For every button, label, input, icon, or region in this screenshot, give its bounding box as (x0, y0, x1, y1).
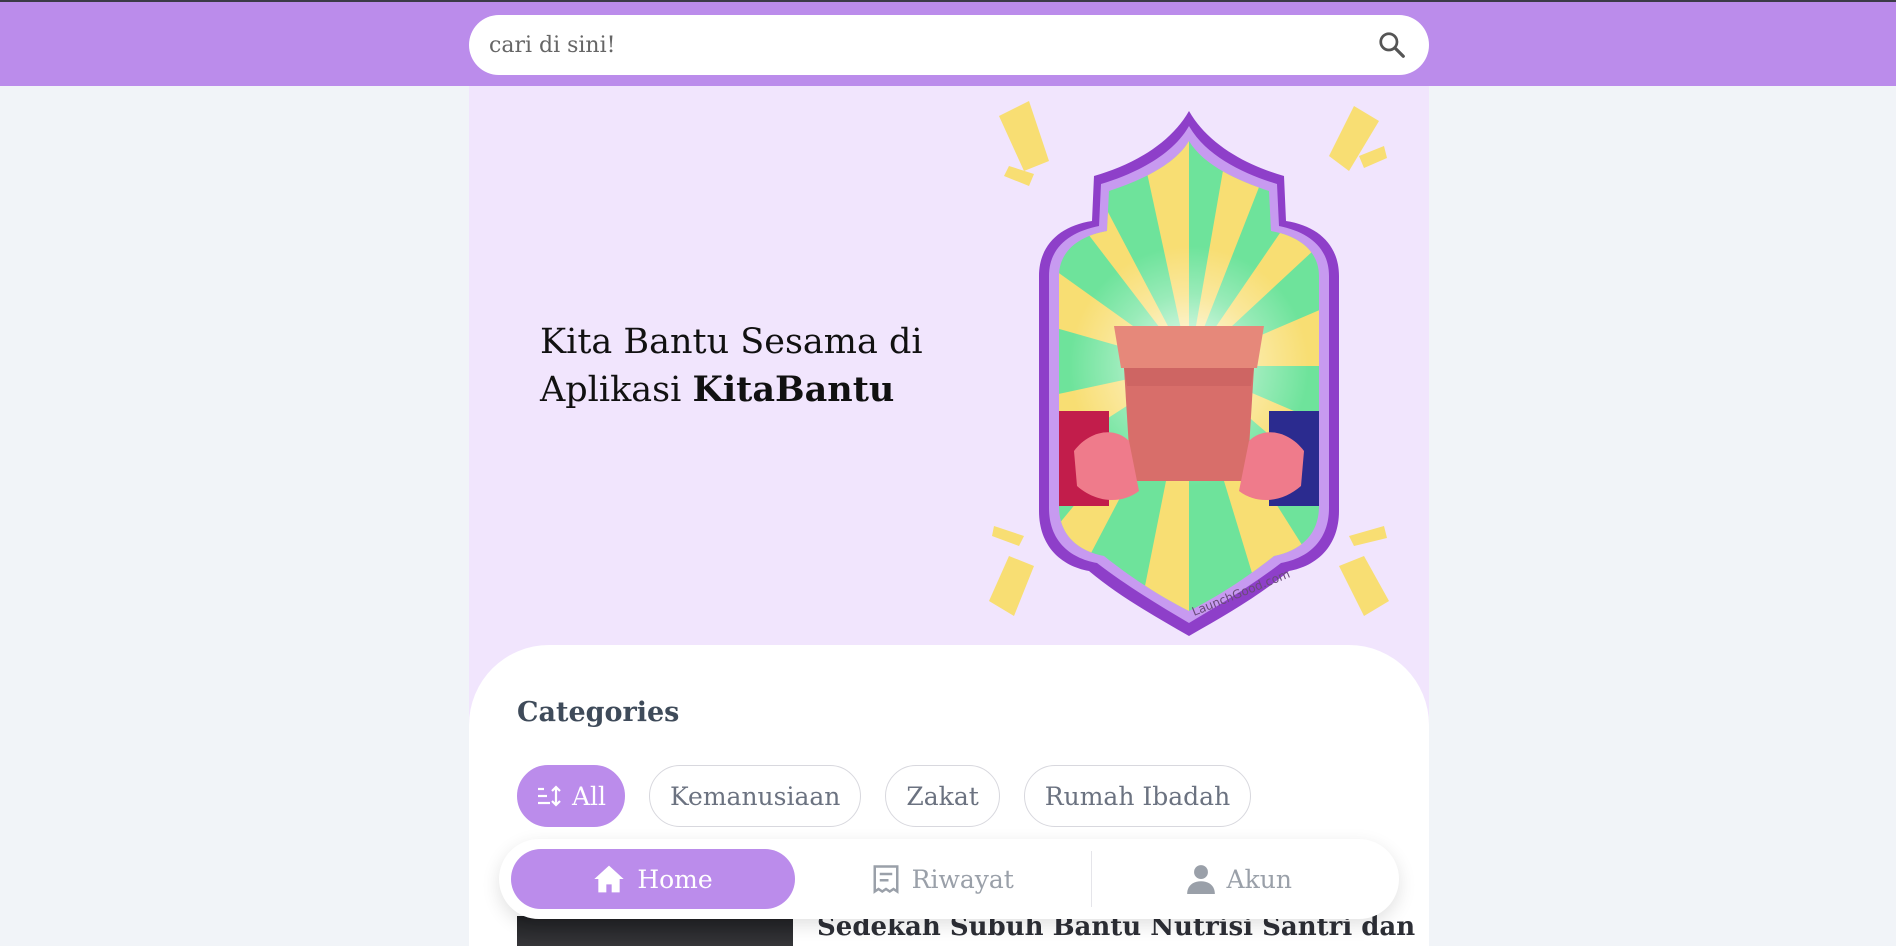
categories-title: Categories (517, 697, 680, 728)
sort-icon (536, 784, 564, 808)
hero-banner: Kita Bantu Sesama di Aplikasi KitaBantu (469, 86, 1429, 736)
hero-brand-name: KitaBantu (692, 369, 895, 410)
nav-akun[interactable]: Akun (1092, 849, 1388, 909)
nav-home-label: Home (637, 864, 713, 894)
category-chip-label: Kemanusiaan (670, 781, 841, 811)
receipt-icon (872, 864, 900, 894)
category-chip-list: All Kemanusiaan Zakat Rumah Ibadah (517, 765, 1252, 827)
person-icon (1186, 864, 1215, 894)
home-icon (593, 864, 625, 894)
nav-riwayat-label: Riwayat (911, 864, 1014, 894)
nav-akun-label: Akun (1226, 864, 1292, 894)
search-bar (469, 15, 1429, 75)
bottom-navigation: Home Riwayat Akun (499, 839, 1399, 919)
category-chip-label: Rumah Ibadah (1044, 781, 1231, 811)
category-chip-kemanusiaan[interactable]: Kemanusiaan (649, 765, 862, 827)
search-icon[interactable] (1375, 28, 1409, 62)
campaign-thumbnail[interactable] (517, 916, 793, 946)
hero-headline-line1: Kita Bantu Sesama di (540, 322, 923, 362)
nav-home[interactable]: Home (511, 849, 795, 909)
category-chip-label: Zakat (906, 781, 979, 811)
hero-headline: Kita Bantu Sesama di Aplikasi KitaBantu (540, 318, 940, 414)
category-chip-zakat[interactable]: Zakat (885, 765, 1000, 827)
charity-gift-illustration: LaunchGood.com (989, 101, 1389, 636)
top-bar (0, 2, 1896, 86)
main-content: Kita Bantu Sesama di Aplikasi KitaBantu (469, 86, 1429, 946)
category-chip-label: All (572, 781, 607, 811)
search-input[interactable] (487, 31, 1375, 59)
category-chip-all[interactable]: All (517, 765, 626, 827)
hero-headline-line2: Aplikasi (540, 370, 693, 410)
nav-riwayat[interactable]: Riwayat (795, 849, 1091, 909)
category-chip-rumah-ibadah[interactable]: Rumah Ibadah (1023, 765, 1252, 827)
